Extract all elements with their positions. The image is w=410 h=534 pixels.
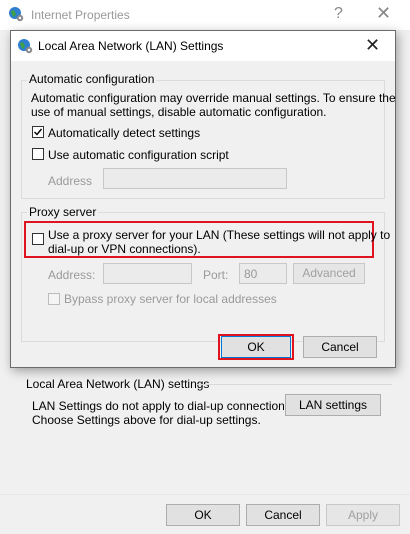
dialog-title-bar: Local Area Network (LAN) Settings ✕ xyxy=(11,31,395,61)
checkmark-icon xyxy=(34,128,43,136)
dialog-title: Local Area Network (LAN) Settings xyxy=(38,39,224,53)
auto-config-description-line2: use of manual settings, disable automati… xyxy=(31,105,327,119)
internet-options-icon xyxy=(17,38,33,57)
auto-detect-label[interactable]: Automatically detect settings xyxy=(48,126,200,140)
auto-config-address-label: Address xyxy=(48,174,93,188)
auto-config-description-line1: Automatic configuration may override man… xyxy=(31,91,396,105)
bypass-local-label[interactable]: Bypass proxy server for local addresses xyxy=(64,292,277,306)
auto-config-script-checkbox[interactable] xyxy=(32,148,44,160)
apply-button[interactable]: Apply xyxy=(326,504,400,526)
outer-title-bar: Internet Properties ? ✕ xyxy=(0,0,410,30)
proxy-server-legend: Proxy server xyxy=(27,205,99,219)
outer-window-title: Internet Properties xyxy=(31,8,130,22)
lan-section-heading: Local Area Network (LAN) settings xyxy=(26,377,210,391)
auto-detect-checkbox[interactable] xyxy=(32,126,44,138)
dialog-ok-button[interactable]: OK xyxy=(221,336,291,358)
outer-close-button[interactable]: ✕ xyxy=(376,3,391,24)
automatic-configuration-legend: Automatic configuration xyxy=(27,72,157,86)
proxy-address-label: Address: xyxy=(48,268,96,282)
lan-settings-button[interactable]: LAN settings xyxy=(285,394,381,416)
use-proxy-label-line2[interactable]: dial-up or VPN connections). xyxy=(48,242,201,256)
advanced-button[interactable]: Advanced xyxy=(293,263,365,284)
lan-settings-dialog: Local Area Network (LAN) Settings ✕ Auto… xyxy=(10,30,396,368)
proxy-port-label: Port: xyxy=(203,268,229,282)
lan-description-line2: Choose Settings above for dial-up settin… xyxy=(32,413,261,427)
use-proxy-label-line1[interactable]: Use a proxy server for your LAN (These s… xyxy=(48,228,390,242)
proxy-address-input[interactable] xyxy=(103,263,192,284)
use-proxy-checkbox[interactable] xyxy=(32,233,44,245)
help-button[interactable]: ? xyxy=(334,5,343,23)
dialog-cancel-button[interactable]: Cancel xyxy=(303,336,377,358)
lan-section-divider xyxy=(196,384,392,385)
proxy-port-input[interactable]: 80 xyxy=(239,263,287,284)
auto-config-script-label[interactable]: Use automatic configuration script xyxy=(48,148,229,162)
outer-ok-button[interactable]: OK xyxy=(166,504,240,526)
footer-divider xyxy=(0,494,410,495)
internet-options-icon xyxy=(8,6,24,25)
lan-description-line1: LAN Settings do not apply to dial-up con… xyxy=(32,399,295,413)
bypass-local-checkbox[interactable] xyxy=(48,293,60,305)
outer-cancel-button[interactable]: Cancel xyxy=(246,504,320,526)
dialog-close-button[interactable]: ✕ xyxy=(365,35,380,56)
auto-config-address-input[interactable] xyxy=(103,168,287,189)
